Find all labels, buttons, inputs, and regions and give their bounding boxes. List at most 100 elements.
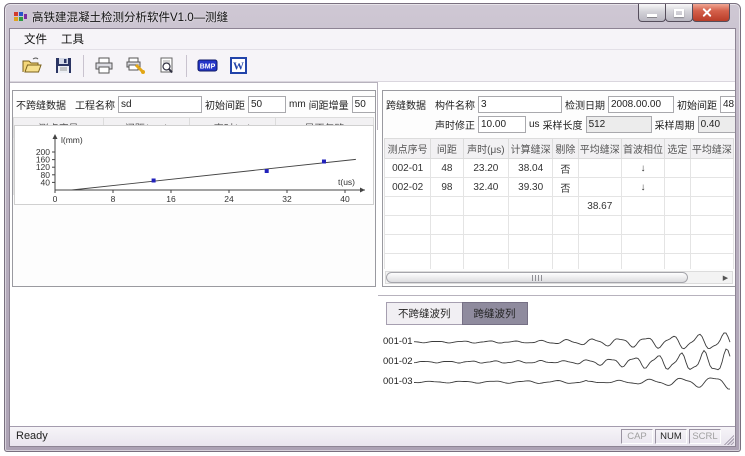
table-cell[interactable]	[385, 197, 431, 216]
table-cell[interactable]	[385, 254, 431, 270]
menu-item-tools[interactable]: 工具	[54, 29, 91, 49]
table-cell[interactable]: 32.40	[463, 178, 509, 197]
print-button[interactable]	[90, 53, 118, 79]
increment-input[interactable]	[352, 96, 375, 113]
table-cell[interactable]	[509, 254, 553, 270]
increment-label: 间距增量	[309, 97, 349, 112]
table-cell[interactable]	[665, 178, 691, 197]
save-file-button[interactable]	[49, 53, 77, 79]
table-cell[interactable]	[665, 254, 691, 270]
table-cell[interactable]	[385, 235, 431, 254]
table-cell[interactable]: 98	[431, 178, 463, 197]
table-cell[interactable]: 48	[431, 159, 463, 178]
table-cell[interactable]	[690, 235, 733, 254]
scroll-right-arrow-icon[interactable]: ▶	[719, 272, 732, 283]
table-cell[interactable]	[690, 159, 733, 178]
svg-text:24: 24	[224, 194, 234, 204]
test-date-input[interactable]	[608, 96, 674, 113]
maximize-button[interactable]	[665, 4, 693, 22]
table-cell[interactable]	[431, 235, 463, 254]
table-cell[interactable]	[578, 159, 621, 178]
menu-item-file[interactable]: 文件	[17, 29, 54, 49]
table-cell[interactable]	[553, 216, 579, 235]
table-cell[interactable]: 23.20	[463, 159, 509, 178]
table-cell[interactable]	[665, 159, 691, 178]
sample-length-input[interactable]	[586, 116, 652, 133]
table-cell[interactable]: 否	[553, 178, 579, 197]
table-cell[interactable]: 38.04	[509, 159, 553, 178]
export-word-button[interactable]: W	[224, 53, 252, 79]
table-cell[interactable]: 39.30	[509, 178, 553, 197]
table-cell[interactable]	[665, 216, 691, 235]
print-preview-button[interactable]	[152, 53, 180, 79]
table-cell[interactable]	[690, 178, 733, 197]
print-setup-button[interactable]	[121, 53, 149, 79]
component-name-input[interactable]	[478, 96, 562, 113]
table-cell[interactable]: 002-02	[385, 178, 431, 197]
table-row[interactable]	[385, 216, 734, 235]
table-row[interactable]	[385, 235, 734, 254]
table-cell[interactable]	[509, 235, 553, 254]
horizontal-scrollbar[interactable]: ▶	[385, 271, 733, 284]
scrollbar-thumb[interactable]	[386, 272, 688, 283]
sound-correction-label: 声时修正	[435, 117, 475, 132]
svg-text:W: W	[233, 61, 244, 73]
title-bar[interactable]: 高铁建混凝土检测分析软件V1.0—测缝	[5, 4, 740, 28]
table-cell[interactable]	[690, 197, 733, 216]
table-cell[interactable]	[621, 254, 664, 270]
test-date-label: 检测日期	[565, 97, 605, 112]
table-cell[interactable]	[431, 254, 463, 270]
table-cell[interactable]	[578, 254, 621, 270]
export-bmp-button[interactable]: BMP	[193, 53, 221, 79]
table-cell[interactable]	[621, 216, 664, 235]
table-row[interactable]: 002-029832.4039.30否 ↓	[385, 178, 734, 197]
table-cell[interactable]	[578, 216, 621, 235]
table-cell[interactable]	[431, 216, 463, 235]
table-row[interactable]: 002-014823.2038.04否 ↓	[385, 159, 734, 178]
table-cell[interactable]	[665, 197, 691, 216]
minimize-button[interactable]	[638, 4, 666, 22]
tab-no-cross-wave[interactable]: 不跨缝波列	[386, 302, 463, 325]
table-cell[interactable]	[463, 235, 509, 254]
table-cell[interactable]	[431, 197, 463, 216]
table-cell[interactable]	[463, 254, 509, 270]
table-row[interactable]	[385, 254, 734, 270]
close-button[interactable]	[692, 4, 730, 22]
table-cell[interactable]: ↓	[621, 178, 664, 197]
cross-init-spacing-input[interactable]	[720, 96, 735, 113]
tab-cross-wave[interactable]: 跨缝波列	[462, 302, 528, 325]
open-file-icon	[21, 56, 43, 75]
table-cell[interactable]: 38.67	[578, 197, 621, 216]
table-cell[interactable]	[463, 197, 509, 216]
init-spacing-input[interactable]	[248, 96, 286, 113]
table-cell[interactable]	[509, 197, 553, 216]
table-cell[interactable]: 否	[553, 159, 579, 178]
export-bmp-icon: BMP	[197, 56, 218, 75]
table-cell[interactable]	[690, 216, 733, 235]
project-name-input[interactable]	[118, 96, 202, 113]
sample-period-input[interactable]	[698, 116, 735, 133]
sound-correction-input[interactable]	[478, 116, 526, 133]
table-cell[interactable]	[553, 254, 579, 270]
window-title: 高铁建混凝土检测分析软件V1.0—测缝	[32, 9, 228, 25]
table-cell[interactable]	[553, 197, 579, 216]
table-row[interactable]: 38.67	[385, 197, 734, 216]
table-cell[interactable]	[509, 216, 553, 235]
sample-period-label: 采样周期	[655, 117, 695, 132]
svg-text:200: 200	[36, 147, 50, 157]
table-cell[interactable]	[621, 197, 664, 216]
svg-text:8: 8	[111, 194, 116, 204]
open-file-button[interactable]	[18, 53, 46, 79]
table-cell[interactable]	[463, 216, 509, 235]
table-cell[interactable]	[553, 235, 579, 254]
table-cell[interactable]	[665, 235, 691, 254]
table-cell[interactable]: ↓	[621, 159, 664, 178]
table-cell[interactable]	[621, 235, 664, 254]
main-area: 不跨缝数据 工程名称 初始间距 mm 间距增量 mm 测点序号间距(mm)声时(…	[10, 81, 735, 426]
table-cell[interactable]	[385, 216, 431, 235]
table-cell[interactable]	[578, 235, 621, 254]
table-cell[interactable]	[578, 178, 621, 197]
table-cell[interactable]: 002-01	[385, 159, 431, 178]
resize-grip[interactable]	[721, 432, 734, 445]
table-cell[interactable]	[690, 254, 733, 270]
